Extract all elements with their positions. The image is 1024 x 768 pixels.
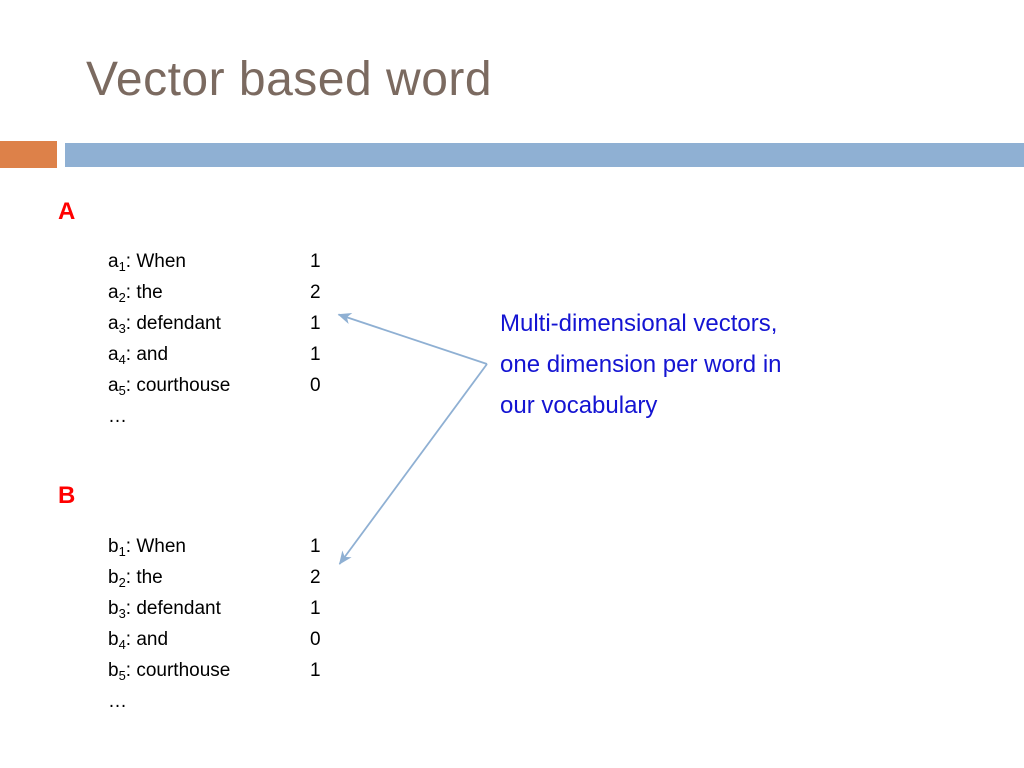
list-ellipsis: … [108, 406, 128, 427]
vector-list-b: b1: When 1 b2: the 2 b3: defendant 1 b4:… [108, 531, 408, 717]
vector-value: 1 [310, 344, 321, 365]
vector-term: a2: the [108, 282, 163, 305]
vector-value: 1 [310, 313, 321, 334]
annotation-callout: Multi-dimensional vectors, one dimension… [500, 303, 900, 426]
vector-term: b5: courthouse [108, 660, 231, 683]
annotation-line-3: our vocabulary [500, 392, 658, 419]
annotation-line-2: one dimension per word in [500, 351, 782, 378]
slide-canvas: Vector based word A a1: When 1 a2: the 2… [0, 0, 1024, 768]
vector-value: 2 [310, 282, 321, 303]
vector-term: b1: When [108, 536, 186, 559]
vector-list-a: a1: When 1 a2: the 2 a3: defendant 1 a4:… [108, 246, 408, 432]
vector-term: a5: courthouse [108, 375, 231, 398]
vector-value: 0 [310, 629, 321, 650]
vector-row: b5: courthouse 1 [108, 655, 408, 686]
vector-value: 1 [310, 536, 321, 557]
vector-value: 1 [310, 660, 321, 681]
vector-row: b4: and 0 [108, 624, 408, 655]
vector-row: a4: and 1 [108, 339, 408, 370]
vector-row: b3: defendant 1 [108, 593, 408, 624]
divider-bar [65, 143, 1024, 167]
vector-term: b3: defendant [108, 598, 221, 621]
vector-value: 2 [310, 567, 321, 588]
vector-value: 0 [310, 375, 321, 396]
annotation-line-1: Multi-dimensional vectors, [500, 310, 778, 337]
list-ellipsis: … [108, 691, 128, 712]
section-label-b: B [58, 482, 76, 509]
vector-term: b4: and [108, 629, 169, 652]
section-label-a: A [58, 198, 76, 225]
vector-row: b1: When 1 [108, 531, 408, 562]
vector-term: a1: When [108, 251, 186, 274]
vector-term: a3: defendant [108, 313, 221, 336]
vector-row: a1: When 1 [108, 246, 408, 277]
vector-value: 1 [310, 251, 321, 272]
accent-block [0, 141, 57, 168]
vector-row: a5: courthouse 0 [108, 370, 408, 401]
vector-row: a3: defendant 1 [108, 308, 408, 339]
page-title: Vector based word [86, 53, 493, 106]
vector-value: 1 [310, 598, 321, 619]
vector-row: b2: the 2 [108, 562, 408, 593]
vector-term: a4: and [108, 344, 169, 367]
vector-row: a2: the 2 [108, 277, 408, 308]
vector-term: b2: the [108, 567, 163, 590]
